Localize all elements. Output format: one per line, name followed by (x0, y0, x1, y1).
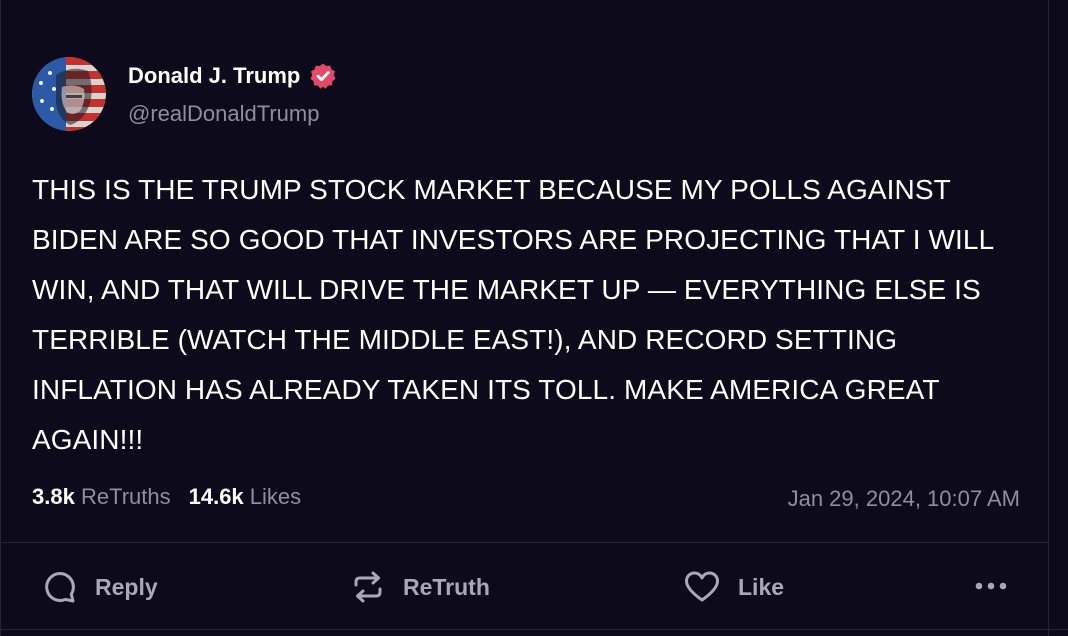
avatar-image (32, 57, 106, 131)
author-name-text: Donald J. Trump (128, 63, 301, 88)
card-border-left (0, 0, 1, 636)
reply-label: Reply (95, 573, 158, 600)
post-stats: 3.8k ReTruths 14.6k Likes (32, 484, 301, 510)
likes-stat[interactable]: 14.6k Likes (189, 484, 302, 509)
retruth-button[interactable]: ReTruth (351, 568, 490, 606)
retruths-stat[interactable]: 3.8k ReTruths (32, 484, 171, 509)
heart-icon (685, 571, 719, 602)
retruths-label: ReTruths (80, 484, 171, 509)
author-display-name[interactable]: Donald J. Trump (128, 62, 337, 90)
author-handle[interactable]: @realDonaldTrump (128, 101, 319, 127)
post-timestamp[interactable]: Jan 29, 2024, 10:07 AM (788, 486, 1020, 512)
retruth-icon (354, 571, 382, 603)
more-options-button[interactable] (970, 574, 1014, 598)
avatar[interactable] (32, 57, 106, 131)
verified-badge-icon (309, 62, 337, 90)
actions-divider (2, 542, 1048, 543)
like-button[interactable]: Like (684, 568, 784, 606)
more-dots-icon (975, 582, 1007, 590)
retruths-count: 3.8k (32, 484, 75, 509)
post-card: Donald J. Trump @realDonaldTrump THIS IS… (0, 0, 1068, 636)
likes-count: 14.6k (188, 484, 244, 509)
reply-icon (45, 572, 75, 603)
like-label: Like (738, 573, 785, 600)
card-border-bottom (0, 629, 1068, 630)
retruth-label: ReTruth (403, 573, 490, 600)
card-border-right (1048, 0, 1049, 636)
post-body-text: THIS IS THE TRUMP STOCK MARKET BECAUSE M… (32, 174, 994, 455)
reply-button[interactable]: Reply (43, 568, 158, 606)
likes-label: Likes (249, 484, 302, 509)
